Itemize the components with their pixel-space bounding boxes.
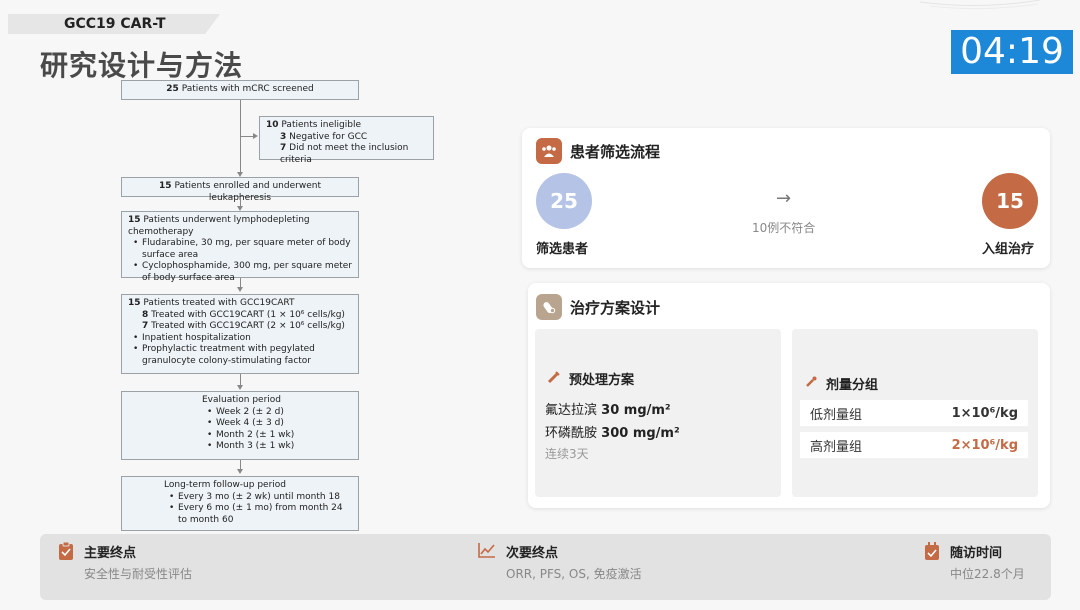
- enrolled-count-circle: 15: [982, 173, 1038, 229]
- arrow-right-icon: →: [776, 188, 792, 209]
- pretreatment-panel: 预处理方案 氟达拉滨 30 mg/m² 环磷酰胺 300 mg/m² 连续3天: [535, 329, 781, 497]
- calendar-check-icon: [924, 542, 940, 582]
- regimen-card: 治疗方案设计 预处理方案 氟达拉滨 30 mg/m² 环磷酰胺 300 mg/m…: [528, 283, 1050, 508]
- endpoints-bar: 主要终点 安全性与耐受性评估 次要终点 ORR, PFS, OS, 免疫激活 随…: [40, 534, 1051, 600]
- flow-box-treated: 15 Patients treated with GCC19CART 8 Tre…: [121, 294, 359, 374]
- drug1-line: 氟达拉滨 30 mg/m²: [545, 403, 671, 418]
- users-icon: [536, 138, 562, 164]
- flow-box-chemo: 15 Patients underwent lymphodepleting ch…: [121, 211, 359, 283]
- excluded-text: 10例不符合: [752, 221, 816, 235]
- syringe-icon: [547, 370, 561, 388]
- flow-box-followup: Long-term follow-up period Every 3 mo (±…: [121, 476, 359, 531]
- pill-icon: [536, 294, 562, 320]
- followup-time: 随访时间 中位22.8个月: [924, 542, 1025, 582]
- primary-endpoint: 主要终点 安全性与耐受性评估: [58, 541, 192, 582]
- dose-row-low: 低剂量组 1×10⁶/kg: [800, 400, 1028, 426]
- screening-card: 患者筛选流程 25 筛选患者 → 10例不符合 15 入组治疗: [522, 128, 1050, 268]
- secondary-endpoint: 次要终点 ORR, PFS, OS, 免疫激活: [478, 542, 642, 582]
- screened-count-circle: 25: [536, 173, 592, 229]
- dose-groups-title: 剂量分组: [826, 378, 879, 393]
- clipboard-icon: [58, 541, 74, 582]
- dropper-icon: [804, 375, 818, 393]
- flow-box-screened: 25 Patients with mCRC screened: [121, 80, 359, 100]
- decorative-lines: [920, 0, 1040, 10]
- screening-card-title: 患者筛选流程: [570, 142, 661, 161]
- countdown-timer: 04:19: [951, 30, 1073, 74]
- duration-text: 连续3天: [545, 447, 589, 461]
- flow-box-enrolled: 15 Patients enrolled and underwent leuka…: [121, 177, 359, 203]
- line-chart-icon: [478, 542, 496, 582]
- drug2-line: 环磷酰胺 300 mg/m²: [545, 426, 680, 441]
- enrolled-label: 入组治疗: [982, 242, 1035, 257]
- flow-box-evaluation: Evaluation period Week 2 (± 2 d) Week 4 …: [121, 391, 359, 460]
- dose-groups-panel: 剂量分组 低剂量组 1×10⁶/kg 高剂量组 2×10⁶/kg: [792, 329, 1038, 497]
- screened-label: 筛选患者: [536, 242, 589, 257]
- flow-box-ineligible: 10 Patients ineligible 3 Negative for GC…: [259, 116, 434, 165]
- pretreatment-title: 预处理方案: [569, 373, 635, 388]
- study-flowchart: 25 Patients with mCRC screened 10 Patien…: [0, 0, 520, 540]
- dose-row-high: 高剂量组 2×10⁶/kg: [800, 432, 1028, 458]
- regimen-card-title: 治疗方案设计: [570, 298, 661, 317]
